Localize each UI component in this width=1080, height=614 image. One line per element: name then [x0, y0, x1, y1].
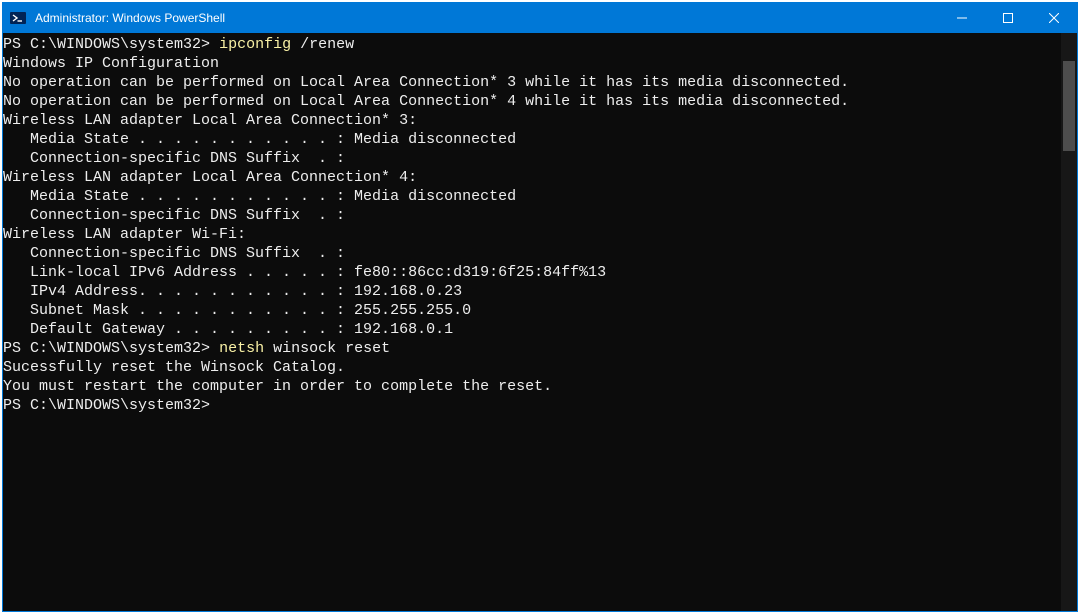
command-arg: winsock reset [264, 340, 390, 357]
output-line: Default Gateway . . . . . . . . . : 192.… [3, 320, 1061, 339]
command-token: netsh [219, 340, 264, 357]
window-title: Administrator: Windows PowerShell [33, 11, 225, 25]
powershell-icon [10, 10, 26, 26]
maximize-icon [1003, 13, 1013, 23]
prompt-line-3: PS C:\WINDOWS\system32> [3, 396, 1061, 415]
output-line: Media State . . . . . . . . . . . : Medi… [3, 130, 1061, 149]
output-line: No operation can be performed on Local A… [3, 73, 1061, 92]
output-line: You must restart the computer in order t… [3, 377, 1061, 396]
scrollbar[interactable] [1061, 33, 1077, 611]
close-icon [1049, 13, 1059, 23]
output-line: Wireless LAN adapter Wi-Fi: [3, 225, 1061, 244]
prompt: PS C:\WINDOWS\system32> [3, 36, 210, 53]
output-line: Subnet Mask . . . . . . . . . . . : 255.… [3, 301, 1061, 320]
output-line: Windows IP Configuration [3, 54, 1061, 73]
prompt-line-2: PS C:\WINDOWS\system32> netsh winsock re… [3, 339, 1061, 358]
prompt: PS C:\WINDOWS\system32> [3, 397, 210, 414]
terminal-output[interactable]: PS C:\WINDOWS\system32> ipconfig /renewW… [3, 33, 1061, 611]
titlebar[interactable]: Administrator: Windows PowerShell [3, 3, 1077, 33]
output-line: Media State . . . . . . . . . . . : Medi… [3, 187, 1061, 206]
scrollbar-thumb[interactable] [1063, 61, 1075, 151]
powershell-window: Administrator: Windows PowerShell PS C:\… [2, 2, 1078, 612]
output-line: Connection-specific DNS Suffix . : [3, 149, 1061, 168]
output-line: Connection-specific DNS Suffix . : [3, 244, 1061, 263]
close-button[interactable] [1031, 3, 1077, 33]
output-line: No operation can be performed on Local A… [3, 92, 1061, 111]
command-token: ipconfig [219, 36, 291, 53]
minimize-button[interactable] [939, 3, 985, 33]
output-line: Wireless LAN adapter Local Area Connecti… [3, 168, 1061, 187]
prompt: PS C:\WINDOWS\system32> [3, 340, 210, 357]
terminal-area: PS C:\WINDOWS\system32> ipconfig /renewW… [3, 33, 1077, 611]
output-line: Sucessfully reset the Winsock Catalog. [3, 358, 1061, 377]
output-line: Wireless LAN adapter Local Area Connecti… [3, 111, 1061, 130]
app-icon [3, 3, 33, 33]
output-line: Link-local IPv6 Address . . . . . : fe80… [3, 263, 1061, 282]
output-line: IPv4 Address. . . . . . . . . . . : 192.… [3, 282, 1061, 301]
minimize-icon [957, 13, 967, 23]
prompt-line-1: PS C:\WINDOWS\system32> ipconfig /renew [3, 35, 1061, 54]
command-arg: /renew [291, 36, 354, 53]
output-line: Connection-specific DNS Suffix . : [3, 206, 1061, 225]
maximize-button[interactable] [985, 3, 1031, 33]
